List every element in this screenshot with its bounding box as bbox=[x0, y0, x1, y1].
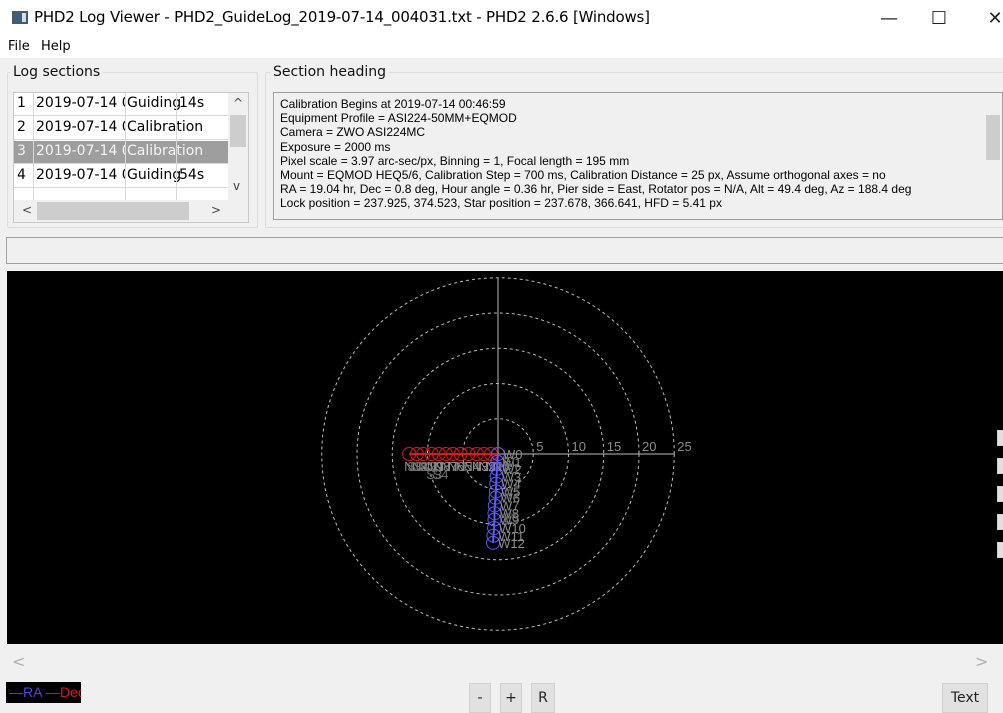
row-date: 2019-07-14 0 bbox=[36, 119, 126, 135]
app-icon bbox=[12, 11, 28, 24]
heading-scroll-thumb[interactable] bbox=[986, 115, 1000, 160]
side-button[interactable] bbox=[997, 458, 1003, 474]
row-type: Guiding bbox=[127, 95, 182, 111]
heading-scrollbar[interactable] bbox=[984, 93, 1002, 219]
row-date: 2019-07-14 0 bbox=[36, 167, 126, 183]
row-date: 2019-07-14 0 bbox=[36, 143, 126, 159]
menu-help[interactable]: Help bbox=[41, 39, 71, 54]
log-section-row[interactable]: 1 2019-07-14 0 Guiding 14s bbox=[14, 93, 228, 116]
scroll-up-icon[interactable]: ^ bbox=[233, 96, 243, 110]
row-number: 2 bbox=[17, 119, 26, 135]
dec-return-label: S4 bbox=[433, 467, 449, 482]
side-button[interactable] bbox=[997, 514, 1003, 530]
scroll-left-icon[interactable]: < bbox=[22, 203, 32, 217]
ring-label: 5 bbox=[536, 439, 543, 454]
side-button[interactable] bbox=[997, 486, 1003, 502]
minimize-button[interactable]: — bbox=[866, 0, 912, 36]
zoom-in-button[interactable]: + bbox=[500, 683, 522, 713]
scroll-down-icon[interactable]: v bbox=[233, 179, 240, 193]
ra-return-label: E1 bbox=[504, 461, 520, 476]
legend-dec: —Dec bbox=[46, 684, 81, 700]
reset-button[interactable]: R bbox=[531, 683, 555, 713]
status-field bbox=[6, 237, 1003, 264]
log-section-row[interactable]: 2 2019-07-14 0 Calibration bbox=[14, 117, 228, 140]
calibration-plot[interactable]: 5 10 15 20 25 N0 N1 N2 N3 N4 N5 N6 N7 N8 N9 N10 N11 N12 W0… bbox=[7, 271, 1003, 644]
row-number: 3 bbox=[17, 143, 26, 159]
legend: —RA —Dec bbox=[6, 682, 81, 703]
row-type: Guiding bbox=[127, 167, 182, 183]
log-sections-label: Log sections bbox=[10, 64, 104, 80]
scroll-right-icon[interactable]: > bbox=[211, 203, 221, 217]
scroll-left-arrow[interactable]: < bbox=[12, 652, 25, 671]
menu-file[interactable]: File bbox=[8, 39, 30, 54]
ra-return-label: E3 bbox=[504, 510, 520, 525]
side-button[interactable] bbox=[997, 542, 1003, 558]
ring-label: 15 bbox=[607, 439, 621, 454]
window-title: PHD2 Log Viewer - PHD2_GuideLog_2019-07-… bbox=[34, 8, 650, 26]
log-section-row-selected[interactable]: 3 2019-07-14 0 Calibration bbox=[14, 141, 228, 164]
grid-horizontal-scrollbar[interactable]: < > bbox=[14, 200, 248, 222]
ra-point-label: W12 bbox=[498, 536, 525, 551]
vertical-scroll-thumb[interactable] bbox=[230, 115, 246, 147]
calibration-plot-svg: 5 10 15 20 25N0N1N2N3N4N5N6N7N8N9N10N11N12W0… bbox=[321, 277, 692, 631]
grid-vertical-scrollbar[interactable]: ^ v bbox=[228, 93, 248, 202]
close-button[interactable]: ✕ bbox=[972, 0, 1003, 36]
row-type: Calibration bbox=[127, 143, 204, 159]
section-heading-textbox[interactable]: Calibration Begins at 2019-07-14 00:46:5… bbox=[273, 92, 1003, 220]
menu-bar: File Help bbox=[0, 36, 1003, 58]
legend-ra: —RA bbox=[9, 684, 43, 700]
zoom-out-button[interactable]: - bbox=[469, 683, 491, 713]
section-heading-label: Section heading bbox=[270, 64, 390, 80]
text-button[interactable]: Text bbox=[942, 683, 988, 713]
log-sections-grid: 1 2019-07-14 0 Guiding 14s 2 2019-07-14 … bbox=[13, 92, 249, 223]
ring-label: 10 bbox=[572, 439, 586, 454]
log-section-row[interactable]: 4 2019-07-14 0 Guiding 54s bbox=[14, 165, 228, 188]
ra-return-label: E2 bbox=[504, 486, 520, 501]
row-type: Calibration bbox=[127, 119, 204, 135]
side-button[interactable] bbox=[997, 430, 1003, 446]
horizontal-scroll-thumb[interactable] bbox=[37, 202, 189, 220]
ring-label: 25 bbox=[677, 439, 691, 454]
row-duration: 14s bbox=[179, 95, 205, 111]
section-heading-text: Calibration Begins at 2019-07-14 00:46:5… bbox=[280, 97, 912, 211]
ring-label: 20 bbox=[642, 439, 656, 454]
maximize-button[interactable]: ☐ bbox=[916, 0, 962, 36]
row-date: 2019-07-14 0 bbox=[36, 95, 126, 111]
scroll-right-arrow[interactable]: > bbox=[975, 652, 988, 671]
row-number: 4 bbox=[17, 167, 26, 183]
row-duration: 54s bbox=[179, 167, 205, 183]
title-bar: PHD2 Log Viewer - PHD2_GuideLog_2019-07-… bbox=[0, 0, 1003, 36]
row-number: 1 bbox=[17, 95, 26, 111]
